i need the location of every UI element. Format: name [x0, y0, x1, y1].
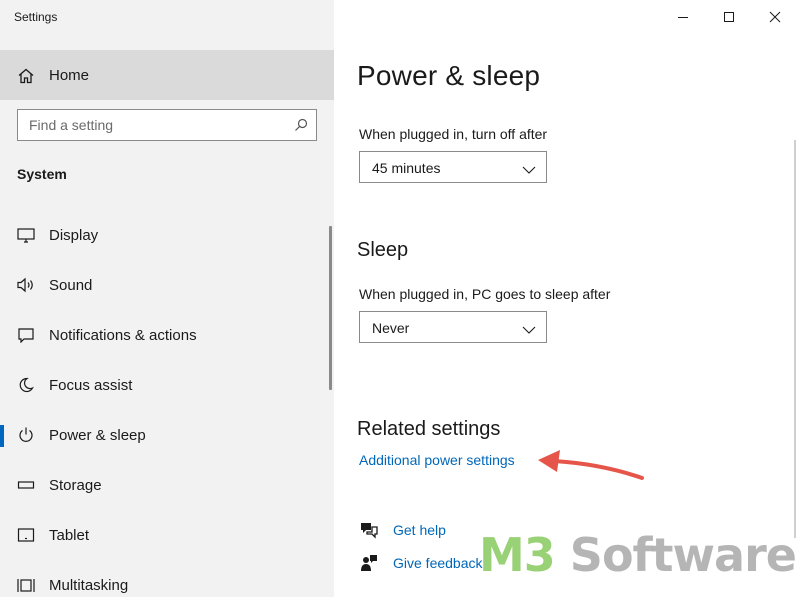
sidebar-item-label: Storage — [49, 477, 102, 494]
power-icon — [17, 427, 35, 443]
chevron-down-icon — [522, 322, 536, 334]
maximize-icon — [724, 12, 734, 22]
sleep-heading: Sleep — [357, 239, 409, 261]
dropdown-value: Never — [372, 320, 410, 336]
tablet-icon — [17, 527, 35, 543]
screen-timeout-dropdown[interactable]: 45 minutes — [359, 151, 547, 183]
sidebar-item-storage[interactable]: Storage — [0, 460, 330, 510]
sidebar-item-label: Display — [49, 227, 99, 244]
sidebar-item-display[interactable]: Display — [0, 210, 330, 260]
close-button[interactable] — [752, 0, 798, 34]
sleep-timeout-label: When plugged in, PC goes to sleep after — [359, 286, 611, 302]
sidebar-item-label: Sound — [49, 277, 93, 294]
help-icon — [359, 521, 379, 539]
get-help-link[interactable]: Get help — [393, 522, 446, 538]
search-icon[interactable] — [294, 118, 308, 132]
section-label: System — [17, 166, 67, 182]
sidebar-item-label: Multitasking — [49, 577, 129, 594]
speaker-icon — [17, 277, 35, 293]
give-feedback-link[interactable]: Give feedback — [393, 555, 483, 571]
page-title: Power & sleep — [357, 60, 541, 91]
main-scrollbar[interactable] — [794, 140, 796, 538]
sidebar-item-sound[interactable]: Sound — [0, 260, 330, 310]
multitasking-icon — [17, 577, 35, 593]
active-indicator — [0, 425, 4, 447]
minimize-button[interactable] — [660, 0, 706, 34]
sidebar-item-focus-assist[interactable]: Focus assist — [0, 360, 330, 410]
sidebar-item-notifications[interactable]: Notifications & actions — [0, 310, 330, 360]
maximize-button[interactable] — [706, 0, 752, 34]
sidebar-item-tablet[interactable]: Tablet — [0, 510, 330, 560]
minimize-icon — [678, 17, 688, 18]
sidebar-item-label: Notifications & actions — [49, 327, 197, 344]
watermark-logo: M3 Software — [479, 528, 797, 582]
close-icon — [769, 11, 781, 23]
screen-timeout-label: When plugged in, turn off after — [359, 126, 548, 142]
sidebar-item-label: Tablet — [49, 527, 90, 544]
sidebar-scrollbar[interactable] — [329, 226, 332, 390]
related-settings-heading: Related settings — [357, 418, 501, 440]
home-icon — [17, 67, 35, 85]
sidebar-item-power-sleep[interactable]: Power & sleep — [0, 410, 330, 460]
annotation-arrow — [538, 450, 644, 480]
sleep-timeout-dropdown[interactable]: Never — [359, 311, 547, 343]
search-box[interactable] — [17, 109, 317, 141]
additional-power-settings-link[interactable]: Additional power settings — [359, 452, 515, 468]
dropdown-value: 45 minutes — [372, 160, 441, 176]
app-title: Settings — [14, 10, 58, 24]
sidebar-item-label: Home — [49, 67, 90, 84]
sidebar-item-home[interactable]: Home — [0, 50, 334, 100]
sidebar-item-label: Power & sleep — [49, 427, 146, 444]
notification-icon — [17, 327, 35, 344]
moon-icon — [17, 377, 35, 393]
sidebar: Settings Home System Display — [0, 0, 334, 597]
search-input[interactable] — [18, 110, 288, 140]
chevron-down-icon — [522, 162, 536, 174]
feedback-icon — [359, 554, 379, 572]
main-panel: Power & sleep When plugged in, turn off … — [334, 0, 800, 597]
sidebar-item-multitasking[interactable]: Multitasking — [0, 560, 330, 597]
storage-icon — [17, 477, 35, 493]
sidebar-item-label: Focus assist — [49, 377, 133, 394]
display-icon — [17, 227, 35, 243]
